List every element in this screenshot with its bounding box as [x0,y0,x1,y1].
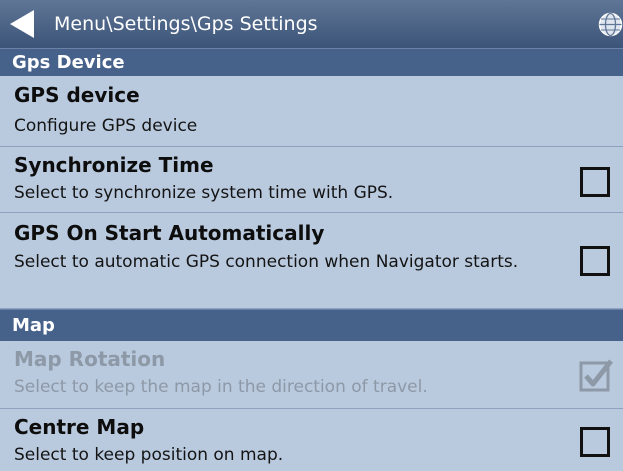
setting-description: Select to keep position on map. [14,445,284,465]
title-bar: Menu\Settings\Gps Settings [0,0,623,48]
map-rotation-checkbox[interactable] [578,357,614,393]
setting-description: Select to synchronize system time with G… [14,183,394,203]
back-arrow-icon[interactable] [8,8,42,40]
centre-map-checkbox[interactable] [580,427,610,457]
setting-row-centre-map[interactable]: Centre Map Select to keep position on ma… [0,409,623,471]
section-header-map: Map [0,309,623,341]
setting-description: Select to automatic GPS connection when … [14,252,519,272]
section-header-label: Gps Device [12,52,125,73]
setting-title: GPS device [14,83,140,107]
setting-title: Synchronize Time [14,153,214,177]
page-title: Menu\Settings\Gps Settings [54,13,318,35]
setting-row-synchronize-time[interactable]: Synchronize Time Select to synchronize s… [0,147,623,213]
setting-row-gps-device[interactable]: GPS device Configure GPS device [0,76,623,147]
setting-row-map-rotation[interactable]: Map Rotation Select to keep the map in t… [0,341,623,409]
checkmark-icon [579,359,613,392]
setting-title: Map Rotation [14,347,166,371]
section-header-gps-device: Gps Device [0,48,623,76]
section-header-label: Map [12,315,55,336]
synchronize-time-checkbox[interactable] [580,167,610,197]
setting-description: Select to keep the map in the direction … [14,377,428,397]
globe-icon[interactable] [598,12,623,37]
gps-on-start-checkbox[interactable] [580,246,610,276]
setting-description: Configure GPS device [14,116,198,136]
setting-row-gps-on-start[interactable]: GPS On Start Automatically Select to aut… [0,213,623,309]
setting-title: GPS On Start Automatically [14,221,325,245]
setting-title: Centre Map [14,415,145,439]
